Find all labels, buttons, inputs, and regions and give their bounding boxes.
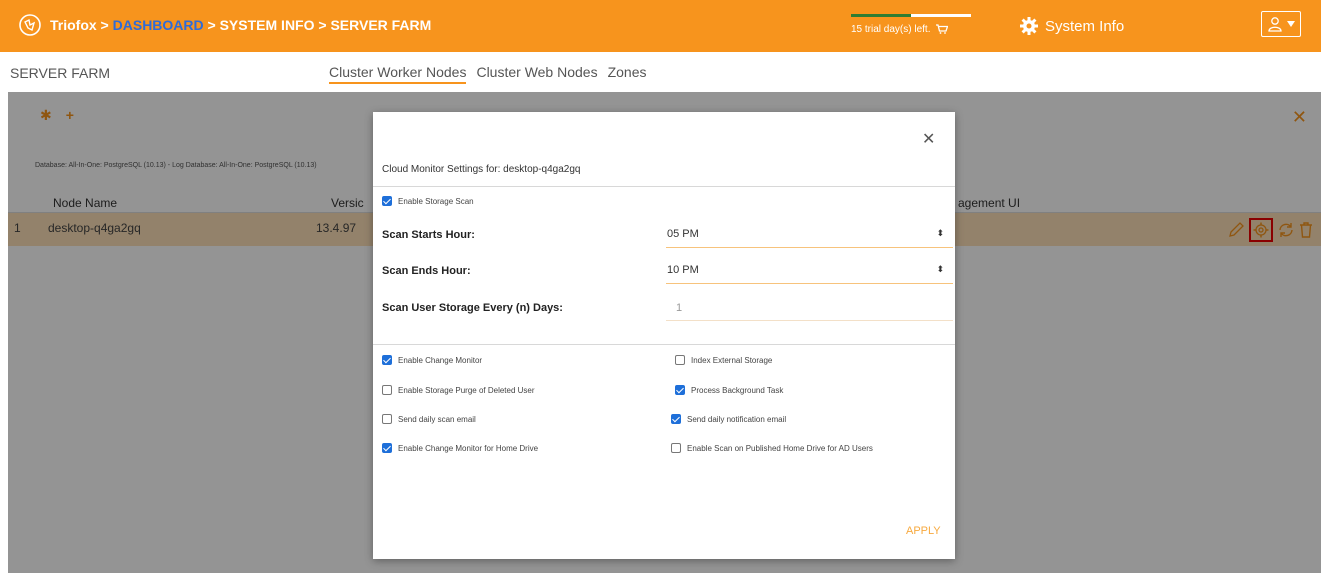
checkbox-checked-icon: [382, 443, 392, 453]
scan-starts-label: Scan Starts Hour:: [382, 229, 475, 241]
index-external-storage-checkbox[interactable]: Index External Storage: [675, 355, 772, 365]
checkbox-unchecked-icon: [382, 414, 392, 424]
scan-ends-select[interactable]: 10 PM ⬍: [666, 258, 953, 284]
triofox-logo-icon: [19, 14, 41, 36]
scan-every-days-input[interactable]: 1: [666, 295, 953, 321]
user-menu-button[interactable]: [1261, 11, 1301, 37]
tab-bar: Cluster Worker Nodes Cluster Web Nodes Z…: [329, 64, 647, 84]
tab-cluster-worker-nodes[interactable]: Cluster Worker Nodes: [329, 64, 467, 84]
breadcrumb-dashboard-link[interactable]: DASHBOARD: [113, 17, 204, 33]
close-dialog-icon[interactable]: ✕: [922, 129, 935, 149]
gear-icon: [1020, 17, 1038, 35]
cart-icon[interactable]: [936, 24, 949, 35]
brand-link[interactable]: Triofox: [50, 17, 97, 33]
scan-starts-select[interactable]: 05 PM ⬍: [666, 222, 953, 248]
checkbox-unchecked-icon: [671, 443, 681, 453]
breadcrumb: Triofox > DASHBOARD > SYSTEM INFO > SERV…: [50, 17, 432, 33]
cloud-monitor-settings-dialog: ✕ Cloud Monitor Settings for: desktop-q4…: [373, 112, 955, 559]
system-info-label: System Info: [1045, 17, 1125, 35]
checkbox-checked-icon: [675, 385, 685, 395]
select-arrows-icon: ⬍: [936, 264, 944, 274]
divider: [373, 344, 955, 345]
enable-storage-scan-checkbox[interactable]: Enable Storage Scan: [382, 196, 474, 206]
enable-change-monitor-checkbox[interactable]: Enable Change Monitor: [382, 355, 482, 365]
scan-ends-label: Scan Ends Hour:: [382, 265, 471, 277]
enable-scan-published-home-checkbox[interactable]: Enable Scan on Published Home Drive for …: [671, 443, 873, 453]
page-title: SERVER FARM: [10, 65, 111, 81]
tab-cluster-web-nodes[interactable]: Cluster Web Nodes: [476, 64, 597, 84]
dialog-title: Cloud Monitor Settings for: desktop-q4ga…: [382, 164, 581, 175]
select-arrows-icon: ⬍: [936, 228, 944, 238]
breadcrumb-rest: > SYSTEM INFO > SERVER FARM: [203, 17, 432, 33]
tab-zones[interactable]: Zones: [608, 64, 647, 84]
caret-down-icon: [1287, 21, 1295, 27]
send-daily-scan-email-checkbox[interactable]: Send daily scan email: [382, 414, 476, 424]
enable-storage-purge-checkbox[interactable]: Enable Storage Purge of Deleted User: [382, 385, 535, 395]
apply-button[interactable]: APPLY: [906, 525, 941, 537]
checkbox-checked-icon: [382, 355, 392, 365]
process-background-task-checkbox[interactable]: Process Background Task: [675, 385, 783, 395]
send-daily-notification-email-checkbox[interactable]: Send daily notification email: [671, 414, 786, 424]
top-bar: Triofox > DASHBOARD > SYSTEM INFO > SERV…: [0, 0, 1321, 52]
divider: [373, 186, 955, 187]
trial-text: 15 trial day(s) left.: [851, 24, 931, 35]
trial-indicator[interactable]: 15 trial day(s) left.: [851, 14, 971, 35]
checkbox-checked-icon: [671, 414, 681, 424]
trial-progress-bar: [851, 14, 971, 17]
checkbox-unchecked-icon: [675, 355, 685, 365]
checkbox-checked-icon: [382, 196, 392, 206]
sub-header: SERVER FARM Cluster Worker Nodes Cluster…: [0, 52, 1321, 92]
enable-change-monitor-home-checkbox[interactable]: Enable Change Monitor for Home Drive: [382, 443, 538, 453]
scan-every-label: Scan User Storage Every (n) Days:: [382, 302, 563, 314]
system-info-menu[interactable]: System Info: [1019, 16, 1124, 36]
user-icon: [1268, 17, 1282, 32]
checkbox-unchecked-icon: [382, 385, 392, 395]
